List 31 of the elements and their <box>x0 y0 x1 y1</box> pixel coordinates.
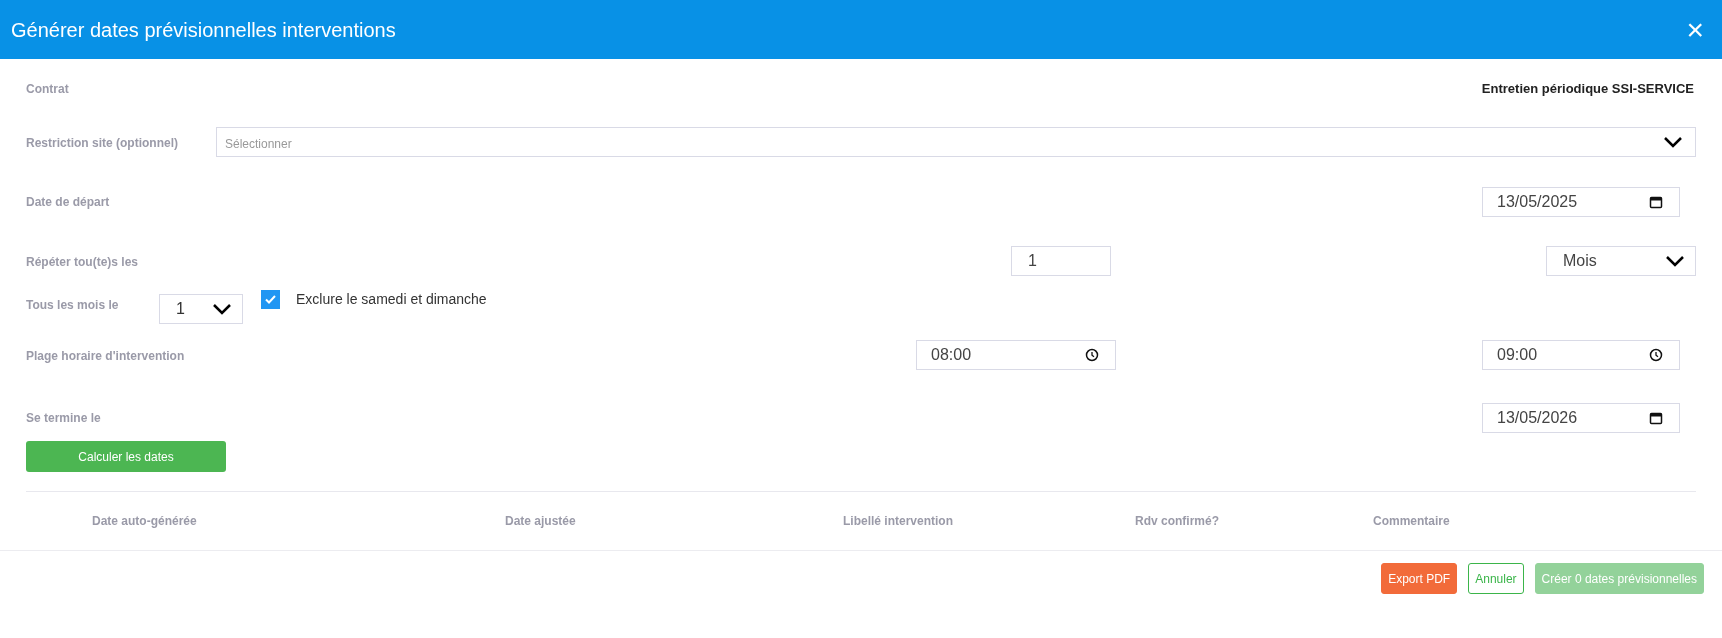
unit-select[interactable]: Mois <box>1546 246 1696 276</box>
time-field[interactable]: 08:00 <box>916 340 1116 370</box>
field-label: Contrat <box>26 81 69 98</box>
column-header: Date ajustée <box>505 513 577 530</box>
clock-icon <box>1649 348 1663 362</box>
dialog-title: Générer dates prévisionnelles interventions <box>11 17 396 43</box>
calendar-icon <box>1649 195 1663 209</box>
day-select[interactable]: 1 <box>159 294 243 324</box>
field-label: Restriction site (optionnel) <box>26 136 178 150</box>
field-label: Tous les mois le <box>26 298 119 312</box>
chevron-down-icon <box>1665 255 1685 267</box>
field-label: Date de départ <box>26 194 110 211</box>
column-header: Commentaire <box>1373 513 1450 530</box>
field-label: Se termine le <box>26 410 101 427</box>
checkbox-label: Exclure le samedi et dimanche <box>296 290 487 309</box>
checkbox[interactable] <box>261 290 280 309</box>
chevron-down-icon <box>1663 136 1683 148</box>
clock-icon <box>1085 348 1099 362</box>
number-field[interactable]: 1 <box>1011 246 1111 276</box>
column-header: Date auto-générée <box>92 513 198 530</box>
date-field[interactable]: 13/05/2026 <box>1482 403 1680 433</box>
time-field[interactable]: 09:00 <box>1482 340 1680 370</box>
column-header: Rdv confirmé? <box>1135 513 1220 530</box>
contract-value: Entretien périodique SSI-SERVICE <box>1481 80 1694 99</box>
field-label: Plage horaire d'intervention <box>26 349 185 363</box>
date-field[interactable]: 13/05/2025 <box>1482 187 1680 217</box>
check-icon <box>265 295 276 304</box>
calendar-icon <box>1649 411 1663 425</box>
chevron-down-icon <box>212 303 232 315</box>
column-header: Libellé intervention <box>843 513 954 530</box>
field-label: Répéter tou(te)s les <box>26 255 139 269</box>
